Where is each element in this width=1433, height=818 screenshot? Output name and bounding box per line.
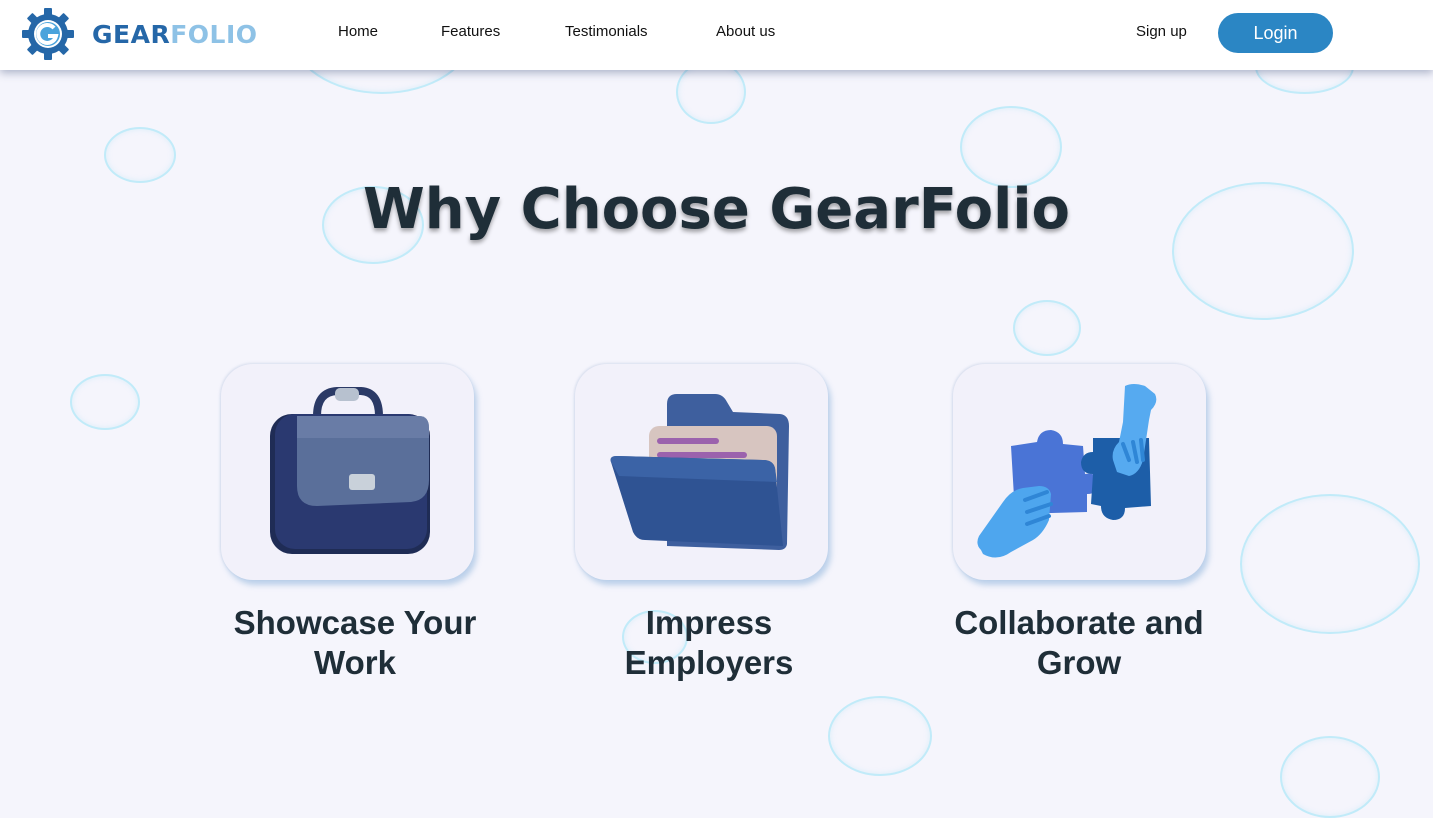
decorative-bubble	[828, 696, 932, 776]
briefcase-icon	[270, 387, 430, 554]
feature-title-line: Impress	[645, 604, 773, 641]
feature-title-line: Grow	[1036, 644, 1122, 681]
logo-wordmark: GEARFOLIO	[92, 20, 258, 49]
feature-title-line: Employers	[624, 644, 794, 681]
decorative-bubble	[104, 127, 176, 183]
top-navbar: GEARFOLIO Home Features Testimonials Abo…	[0, 0, 1433, 70]
folder-icon	[610, 394, 789, 550]
logo[interactable]: GEARFOLIO	[20, 5, 258, 63]
feature-card-impress	[575, 364, 828, 580]
feature-title-impress: Impress Employers	[575, 603, 843, 683]
feature-card-showcase	[221, 364, 474, 580]
nav-testimonials[interactable]: Testimonials	[565, 23, 648, 40]
nav-home[interactable]: Home	[338, 23, 378, 40]
nav-about-us[interactable]: About us	[716, 23, 775, 40]
decorative-bubble	[1013, 300, 1081, 356]
puzzle-handshake-icon	[977, 384, 1157, 558]
feature-title-line: Work	[314, 644, 396, 681]
signup-link[interactable]: Sign up	[1136, 23, 1187, 40]
gear-logo-icon	[22, 8, 74, 60]
feature-card-collaborate	[953, 364, 1206, 580]
decorative-bubble	[70, 374, 140, 430]
decorative-bubble	[960, 106, 1062, 188]
decorative-bubble	[1280, 736, 1380, 818]
nav-features[interactable]: Features	[441, 23, 500, 40]
logo-text-gear: GEAR	[92, 19, 171, 49]
decorative-bubble	[1240, 494, 1420, 634]
logo-text-folio: FOLIO	[170, 19, 258, 49]
feature-title-collaborate: Collaborate and Grow	[940, 603, 1218, 683]
section-title: Why Choose GearFolio	[362, 177, 1071, 242]
feature-title-line: Collaborate and	[954, 604, 1204, 641]
login-button[interactable]: Login	[1218, 13, 1333, 53]
feature-title-showcase: Showcase Your Work	[205, 603, 505, 683]
feature-title-line: Showcase Your	[233, 604, 477, 641]
